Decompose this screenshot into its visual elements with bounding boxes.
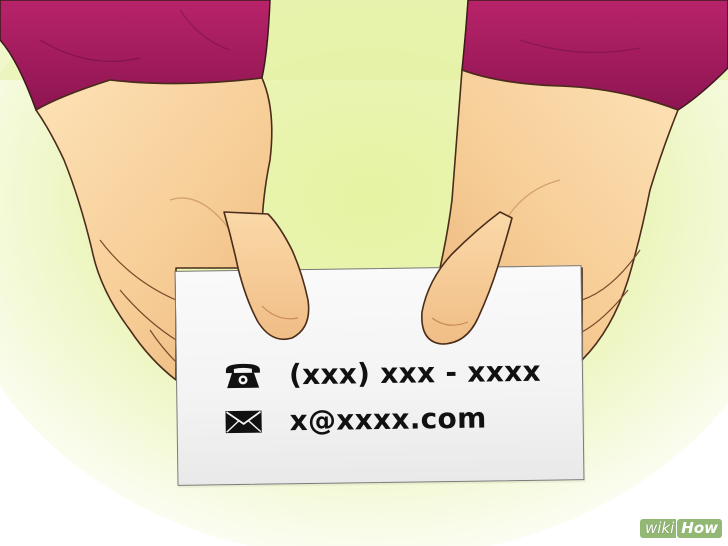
wikihow-logo: wiki How (639, 519, 722, 538)
logo-wiki-text: wiki (644, 519, 675, 537)
thumbs-overlay (223, 211, 513, 345)
business-card-illustration: (xxx) xxx - xxxx x@xxxx.com wiki How (0, 0, 728, 546)
logo-how-text: How (677, 519, 722, 538)
